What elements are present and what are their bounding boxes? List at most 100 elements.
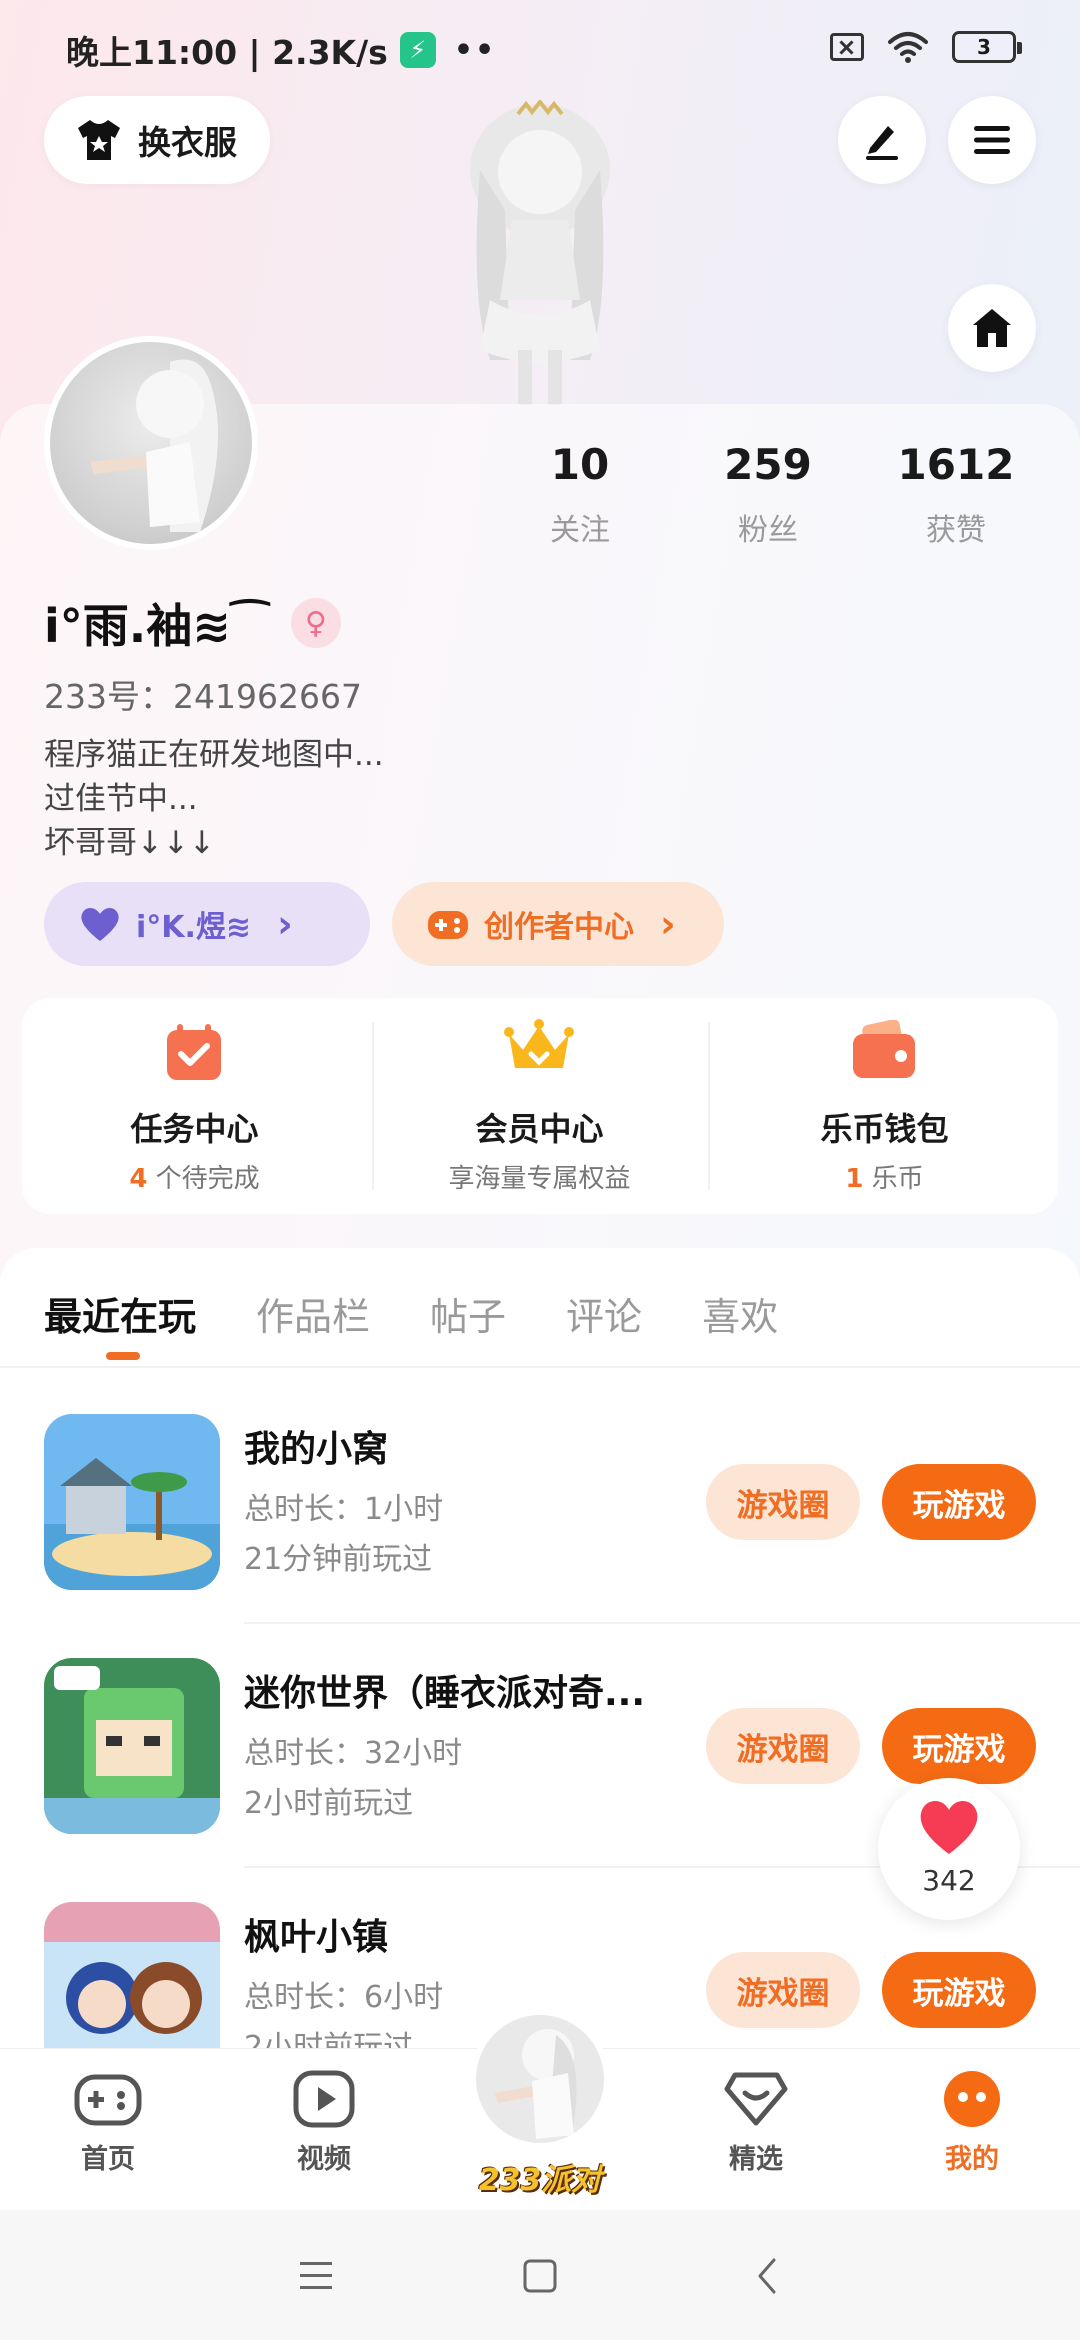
chevron-right-icon: › [660,902,676,946]
tab-recent-played[interactable]: 最近在玩 [44,1286,196,1360]
no-sim-icon [830,33,864,61]
status-bar: 晚上11:00 | 2.3K/s ⚡ •• 3 [0,0,1080,96]
wifi-icon [888,32,928,63]
wallet-sub: 1 乐币 [712,1158,1057,1195]
avatar-figure[interactable] [420,100,660,410]
task-center-sub: 4 个待完成 [22,1158,367,1195]
vip-center-title: 会员中心 [475,1110,604,1148]
play-game-button[interactable]: 玩游戏 [882,1464,1036,1540]
back-icon[interactable] [752,2256,782,2296]
stat-following[interactable]: 10 关注 [486,440,674,549]
game-duration: 总时长：1小时 [244,1492,444,1527]
stat-likes-value: 1612 [897,440,1015,489]
home-square-icon[interactable] [520,2256,560,2296]
bio-line-3: 坏哥哥↓↓↓ [44,825,215,861]
more-notifications-icon: •• [453,32,497,68]
nav-profile-label: 我的 [945,2144,999,2175]
nav-featured[interactable]: 精选 [686,2069,826,2176]
nav-video[interactable]: 视频 [254,2069,394,2176]
nav-home-label: 首页 [81,2144,135,2175]
party-avatar[interactable] [470,2009,610,2149]
row-divider [244,1622,1080,1624]
username: i°雨.袖≋⁀ [44,599,269,653]
profile-icon [944,2071,1000,2127]
profile-stats: 10 关注 259 粉丝 1612 获赞 [486,440,1050,549]
wallet-item[interactable]: 乐币钱包 1 乐币 [712,998,1057,1214]
game-duration: 总时长：6小时 [244,1980,444,2015]
creator-center-button[interactable]: 创作者中心 › [392,882,724,966]
tabs-divider [0,1366,1080,1368]
tab-posts[interactable]: 帖子 [430,1286,506,1341]
game-thumbnail[interactable] [44,1414,220,1590]
avatar[interactable] [44,336,258,550]
stat-followers[interactable]: 259 粉丝 [674,440,862,549]
crown-icon [504,1019,574,1068]
game-last-played: 2小时前玩过 [244,1786,414,1821]
game-thumbnail[interactable] [44,1658,220,1834]
friend-pill-button[interactable]: i°K.煜≋ › [44,882,370,966]
game-last-played: 21分钟前玩过 [244,1542,433,1577]
heart-icon [920,1801,978,1854]
game-duration: 总时长：32小时 [244,1736,463,1771]
bio-line-2: 过佳节中... [44,781,198,817]
game-circle-button[interactable]: 游戏圈 [706,1952,860,2028]
menu-icon [974,126,1010,154]
wallet-icon [853,1020,915,1078]
recent-apps-icon[interactable] [296,2258,336,2294]
play-game-button[interactable]: 玩游戏 [882,1952,1036,2028]
featured-icon [724,2072,788,2126]
game-name: 枫叶小镇 [244,1917,389,1958]
task-icon [167,1024,221,1080]
home-button[interactable] [948,284,1036,372]
stat-followers-value: 259 [724,440,812,489]
status-right: 3 [830,30,1022,64]
home-icon [973,309,1011,347]
edit-icon [866,126,898,160]
friend-pill-label: i°K.煜≋ [136,910,252,945]
vip-center-sub-text: 享海量专属权益 [448,1164,631,1194]
bio: 程序猫正在研发地图中... 过佳节中... 坏哥哥↓↓↓ [44,733,384,865]
game-circle-button[interactable]: 游戏圈 [706,1464,860,1540]
tab-comments[interactable]: 评论 [566,1286,642,1341]
chevron-right-icon: › [277,902,293,946]
creator-center-label: 创作者中心 [484,910,634,945]
divider [708,1022,710,1190]
game-thumbnail[interactable] [44,1902,220,2048]
vip-center-item[interactable]: 会员中心 享海量专属权益 [367,998,712,1214]
bio-line-1: 程序猫正在研发地图中... [44,737,384,773]
service-centers: 任务中心 4 个待完成 会员中心 享海量专属权益 乐币钱包 1 乐币 [22,998,1058,1214]
change-outfit-button[interactable]: 换衣服 [44,96,270,184]
gamepad-icon [74,2074,142,2126]
nav-home[interactable]: 首页 [38,2069,178,2176]
play-game-button[interactable]: 玩游戏 [882,1708,1036,1784]
party-label[interactable]: 233派对 [470,2155,610,2199]
stat-likes-label: 获赞 [926,513,986,548]
status-time-speed: 晚上11:00 | 2.3K/s [66,33,388,72]
app-notification-icon: ⚡ [399,32,436,68]
like-float-button[interactable]: 342 [878,1778,1020,1920]
menu-button[interactable] [948,96,1036,184]
edit-profile-button[interactable] [838,96,926,184]
game-row[interactable]: 我的小窝 总时长：1小时 21分钟前玩过 游戏圈 玩游戏 [0,1414,1080,1654]
stat-following-value: 10 [550,440,610,489]
user-id[interactable]: 233号：241962667 [44,670,362,718]
content-tabs: 最近在玩 作品栏 帖子 评论 喜欢 [44,1286,778,1360]
task-center-item[interactable]: 任务中心 4 个待完成 [22,998,367,1214]
tab-likes[interactable]: 喜欢 [702,1286,778,1341]
stat-likes[interactable]: 1612 获赞 [862,440,1050,549]
bottom-nav: 首页 视频 233派对 精选 我的 [0,2009,1080,2210]
nav-profile[interactable]: 我的 [902,2069,1042,2176]
game-last-played: 2小时前玩过 [244,2030,414,2048]
like-count: 342 [922,1864,976,1897]
username-row: i°雨.袖≋⁀ ♀ [44,590,341,656]
shirt-icon [78,120,120,160]
change-outfit-label: 换衣服 [138,123,237,162]
game-name: 迷你世界（睡衣派对奇... [244,1673,646,1714]
coin-count: 1 [845,1164,864,1194]
gamepad-icon [428,911,468,939]
game-circle-button[interactable]: 游戏圈 [706,1708,860,1784]
system-nav-bar [0,2210,1080,2340]
task-count: 4 [129,1164,148,1194]
female-icon: ♀ [290,598,341,648]
tab-works[interactable]: 作品栏 [256,1286,370,1341]
